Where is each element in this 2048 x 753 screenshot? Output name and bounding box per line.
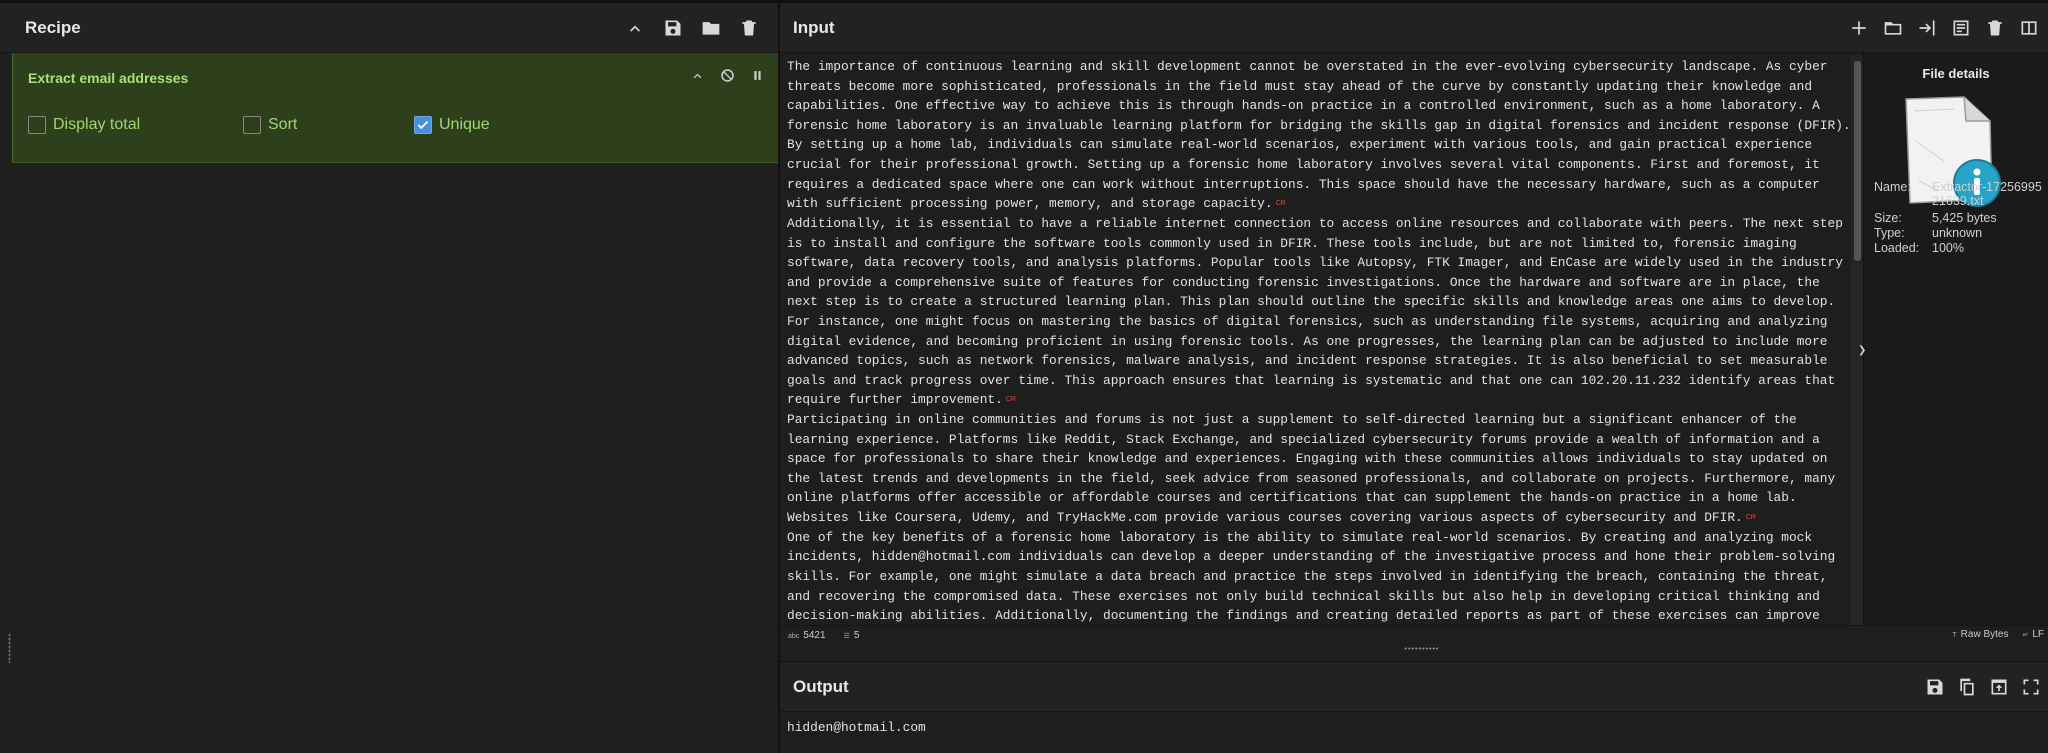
chevron-up-icon[interactable] [688,66,706,84]
open-file-icon[interactable] [1916,17,1938,39]
input-textarea[interactable]: The importance of continuous learning an… [787,57,1855,624]
char-count: abc 5421 [788,630,826,641]
checkbox-box[interactable] [243,116,261,134]
return-icon: ↵ [2022,632,2029,639]
folder-icon[interactable] [700,17,722,39]
replace-input-icon[interactable] [1988,676,2010,698]
io-resize-handle[interactable] [1404,647,1438,650]
copy-icon[interactable] [1956,676,1978,698]
file-details-title: File details [1922,66,1990,81]
line-break-marker: CR [1005,396,1016,404]
input-toolbar [1848,3,2048,53]
save-icon[interactable] [662,17,684,39]
input-paragraph: Additionally, it is essential to have a … [787,215,1851,408]
line-break-marker: CR [1275,200,1286,208]
input-title: Input [793,17,835,37]
recipe-toolbar [624,3,778,53]
checkbox-label: Unique [439,116,490,133]
maximize-icon[interactable] [2020,676,2042,698]
text-icon: T [1952,632,1957,639]
collapse-arrow-icon[interactable]: ❯ [1858,345,1868,357]
output-textarea[interactable]: hidden@hotmail.com [787,720,926,735]
checkbox-box[interactable] [414,116,432,134]
input-scrollbar[interactable] [1851,55,1863,625]
file-size-label: Size: [1874,211,1902,225]
file-loaded-label: Loaded: [1874,241,1920,255]
file-details-panel: ❯ File details Name: Extractor-1725699521… [1858,53,2048,625]
line-count: ☰ 5 [843,630,860,641]
file-loaded-row: Loaded: 100% [1874,241,2042,255]
file-type-row: Type: unknown [1874,226,2042,240]
raw-bytes-toggle[interactable]: T Raw Bytes [1952,629,2008,640]
output-toolbar [1924,662,2048,712]
input-pane: Input The importance of continuous learn… [780,3,2048,661]
input-paragraph: The importance of continuous learning an… [787,59,1851,212]
output-header: Output [780,662,2048,712]
recipe-pane: Recipe Extract email addresses Display t… [0,3,778,753]
line-break-marker: CR [1745,514,1756,522]
lines-icon: ☰ [843,633,850,640]
input-paragraph: Participating in online communities and … [787,412,1843,526]
sort-checkbox[interactable]: Sort [243,116,297,134]
file-size-row: Size: 5,425 bytes [1874,211,2042,225]
recipe-header: Recipe [0,3,778,53]
checkbox-label: Sort [268,116,298,133]
trash-icon[interactable] [738,17,760,39]
file-name-row: Name: Extractor-1725699521639.txt [1874,180,2042,208]
operation-title: Extract email addresses [28,70,189,86]
open-folder-icon[interactable] [1882,17,1904,39]
clear-input-icon[interactable] [1950,17,1972,39]
file-type-label: Type: [1874,226,1905,240]
unique-checkbox[interactable]: Unique [414,116,490,134]
add-tab-icon[interactable] [1848,17,1870,39]
file-name-value: Extractor-1725699521639.txt [1932,180,2042,208]
display-total-checkbox[interactable]: Display total [28,116,140,134]
line-ending-toggle[interactable]: ↵ LF [2022,629,2044,640]
checkbox-label: Display total [53,116,141,133]
input-statusbar: abc 5421 ☰ 5 T Raw Bytes ↵ LF [780,625,2048,645]
save-icon[interactable] [1924,676,1946,698]
chevron-up-icon[interactable] [624,17,646,39]
pane-resize-handle[interactable] [8,633,11,663]
checkbox-box[interactable] [28,116,46,134]
output-title: Output [793,676,849,696]
input-paragraph: One of the key benefits of a forensic ho… [787,529,1843,624]
file-size-value: 5,425 bytes [1932,211,1997,225]
file-type-value: unknown [1932,226,1983,240]
layout-icon[interactable] [2018,17,2040,39]
input-header: Input [780,3,2048,53]
trash-icon[interactable] [1984,17,2006,39]
recipe-title: Recipe [25,17,81,37]
disable-icon[interactable] [718,66,736,84]
scrollbar-thumb[interactable] [1854,61,1861,261]
pause-icon[interactable] [748,66,766,84]
chars-icon: abc [788,633,800,640]
operation-controls [688,66,766,84]
output-pane: Output hidden@hotmail.com [780,661,2048,753]
file-loaded-value: 100% [1932,241,1964,255]
file-name-label: Name: [1874,180,1911,194]
operation-extract-email[interactable]: Extract email addresses Display total So… [12,53,778,163]
